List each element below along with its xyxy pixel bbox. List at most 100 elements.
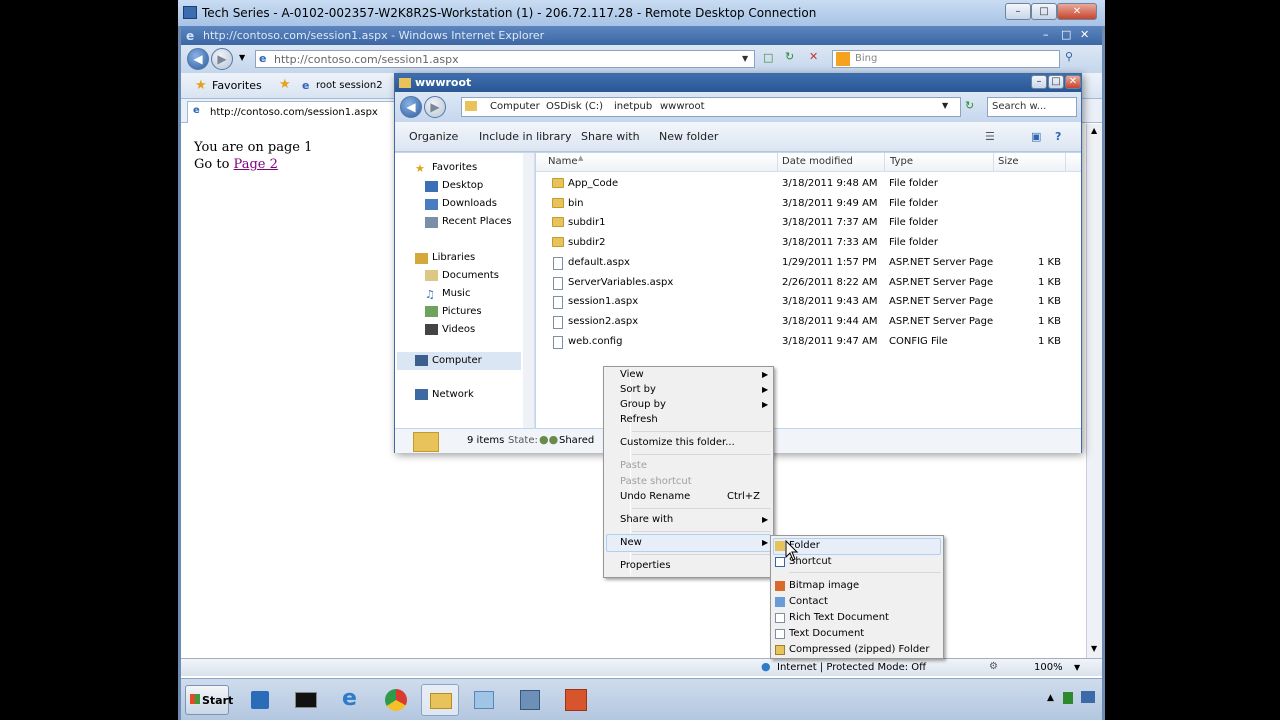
ie-address-input[interactable]: e http://contoso.com/session1.aspx ▼ bbox=[255, 50, 755, 68]
taskbar-app-blank[interactable] bbox=[465, 684, 503, 716]
ie-tab-session1[interactable]: e http://contoso.com/session1.aspx bbox=[187, 101, 397, 123]
menu-paste-shortcut[interactable]: Paste shortcut bbox=[620, 476, 692, 487]
nav-libraries[interactable]: Libraries bbox=[432, 252, 475, 263]
taskbar-explorer[interactable] bbox=[421, 684, 459, 716]
breadcrumb[interactable]: Computer OSDisk (C:) inetpub wwwroot ▼ bbox=[461, 97, 961, 117]
menu-sort-by[interactable]: Sort by bbox=[620, 384, 656, 395]
rdp-title-bar[interactable]: Tech Series - A-0102-002357-W2K8R2S-Work… bbox=[178, 0, 1105, 26]
menu-refresh[interactable]: Refresh bbox=[620, 414, 658, 425]
ie-minimize-icon[interactable]: – bbox=[1043, 28, 1049, 41]
nav-pictures[interactable]: Pictures bbox=[442, 306, 482, 317]
nav-pane-scrollbar[interactable] bbox=[523, 153, 534, 428]
explorer-search-input[interactable]: Search w... bbox=[987, 97, 1077, 117]
new-folder-button[interactable]: New folder bbox=[659, 130, 718, 143]
scroll-up-icon[interactable]: ▲ bbox=[1091, 126, 1097, 135]
include-in-library-button[interactable]: Include in library bbox=[479, 130, 571, 143]
address-dropdown-icon[interactable]: ▼ bbox=[742, 54, 748, 63]
menu-group-by[interactable]: Group by bbox=[620, 399, 666, 410]
explorer-refresh-icon[interactable]: ↻ bbox=[965, 99, 974, 112]
file-row[interactable]: bin 3/18/2011 9:49 AM File folder bbox=[536, 195, 1081, 214]
explorer-forward-button[interactable]: ▶ bbox=[424, 96, 446, 118]
security-zone-text[interactable]: Internet | Protected Mode: Off bbox=[777, 662, 926, 673]
ie-maximize-icon[interactable]: □ bbox=[1061, 28, 1071, 41]
nav-downloads[interactable]: Downloads bbox=[442, 198, 497, 209]
stop-icon[interactable]: ✕ bbox=[809, 50, 818, 63]
menu-share-with[interactable]: Share with bbox=[620, 514, 673, 525]
menu-undo-rename[interactable]: Undo Rename bbox=[620, 491, 690, 502]
nav-recent-places[interactable]: Recent Places bbox=[442, 216, 512, 227]
help-icon[interactable]: ? bbox=[1055, 130, 1061, 143]
file-row[interactable]: session1.aspx 3/18/2011 9:43 AM ASP.NET Se… bbox=[536, 293, 1081, 312]
nav-videos[interactable]: Videos bbox=[442, 324, 475, 335]
ie-close-icon[interactable]: ✕ bbox=[1080, 28, 1089, 41]
nav-music[interactable]: Music bbox=[442, 288, 470, 299]
file-row[interactable]: web.config 3/18/2011 9:47 AM CONFIG File 1 … bbox=[536, 333, 1081, 352]
breadcrumb-osdisk[interactable]: OSDisk (C:) bbox=[546, 101, 603, 112]
menu-view[interactable]: View bbox=[620, 369, 644, 380]
menu-paste[interactable]: Paste bbox=[620, 460, 647, 471]
tray-icon-green[interactable] bbox=[1063, 692, 1073, 704]
rdp-minimize-button[interactable]: – bbox=[1005, 3, 1031, 20]
nav-desktop[interactable]: Desktop bbox=[442, 180, 483, 191]
file-row[interactable]: session2.aspx 3/18/2011 9:44 AM ASP.NET Se… bbox=[536, 313, 1081, 332]
ie-back-button[interactable]: ◀ bbox=[187, 48, 209, 70]
nav-network[interactable]: Network bbox=[432, 389, 474, 400]
protected-mode-icon[interactable]: ⚙ bbox=[989, 661, 998, 672]
page2-link[interactable]: Page 2 bbox=[234, 157, 278, 172]
taskbar-network-app[interactable] bbox=[511, 684, 549, 716]
taskbar-command-prompt[interactable] bbox=[287, 684, 325, 716]
menu-new[interactable]: New bbox=[620, 537, 642, 548]
rdp-close-button[interactable]: ✕ bbox=[1057, 3, 1097, 20]
breadcrumb-wwwroot[interactable]: wwwroot bbox=[660, 101, 705, 112]
share-with-button[interactable]: Share with bbox=[581, 130, 640, 143]
breadcrumb-inetpub[interactable]: inetpub bbox=[614, 101, 652, 112]
submenu-compressed-folder[interactable]: Compressed (zipped) Folder bbox=[789, 644, 929, 655]
submenu-contact[interactable]: Contact bbox=[789, 596, 828, 607]
explorer-title-bar[interactable]: wwwroot – □ ✕ bbox=[395, 74, 1081, 92]
taskbar-internet-explorer[interactable]: e bbox=[333, 684, 371, 716]
submenu-rich-text-document[interactable]: Rich Text Document bbox=[789, 612, 889, 623]
nav-favorites[interactable]: Favorites bbox=[432, 162, 477, 173]
breadcrumb-computer[interactable]: Computer bbox=[490, 101, 540, 112]
ie-forward-button[interactable]: ▶ bbox=[211, 48, 233, 70]
nav-documents[interactable]: Documents bbox=[442, 270, 499, 281]
menu-customize-folder[interactable]: Customize this folder... bbox=[620, 437, 735, 448]
zoom-level[interactable]: 100% bbox=[1034, 662, 1063, 673]
file-row[interactable]: ServerVariables.aspx 2/26/2011 8:22 AM ASP… bbox=[536, 274, 1081, 293]
explorer-minimize-button[interactable]: – bbox=[1031, 75, 1047, 89]
add-favorites-icon[interactable]: ★ bbox=[279, 77, 291, 92]
explorer-maximize-button[interactable]: □ bbox=[1048, 75, 1064, 89]
favorites-button[interactable]: Favorites bbox=[212, 79, 262, 92]
submenu-bitmap-image[interactable]: Bitmap image bbox=[789, 580, 859, 591]
column-date-modified[interactable]: Date modified bbox=[782, 156, 853, 167]
taskbar-powerpoint[interactable] bbox=[557, 684, 595, 716]
explorer-back-button[interactable]: ◀ bbox=[400, 96, 422, 118]
start-button[interactable]: Start bbox=[185, 685, 233, 715]
search-icon[interactable]: ⚲ bbox=[1065, 50, 1073, 63]
column-size[interactable]: Size bbox=[998, 156, 1019, 167]
compat-view-icon[interactable]: □ bbox=[763, 51, 773, 64]
ie-title-bar[interactable]: e http://contoso.com/session1.aspx - Win… bbox=[181, 26, 1102, 45]
zoom-dropdown-icon[interactable]: ▼ bbox=[1074, 663, 1080, 672]
organize-button[interactable]: Organize bbox=[409, 130, 458, 143]
rdp-maximize-button[interactable]: □ bbox=[1031, 3, 1057, 20]
ie-history-dropdown-icon[interactable]: ▼ bbox=[239, 53, 245, 62]
column-name[interactable]: Name bbox=[548, 156, 578, 167]
tray-network-icon[interactable] bbox=[1081, 691, 1095, 703]
scroll-down-icon[interactable]: ▼ bbox=[1091, 644, 1097, 653]
menu-properties[interactable]: Properties bbox=[620, 560, 671, 571]
ie-vertical-scrollbar[interactable]: ▲ ▼ bbox=[1086, 124, 1102, 658]
fav-item-root-session2[interactable]: root session2 bbox=[316, 80, 383, 91]
nav-computer[interactable]: Computer bbox=[432, 355, 482, 366]
ie-search-input[interactable]: Bing bbox=[832, 50, 1060, 68]
preview-pane-icon[interactable]: ▣ bbox=[1031, 130, 1041, 143]
view-options-icon[interactable]: ☰ bbox=[985, 130, 995, 143]
taskbar-server-manager[interactable] bbox=[241, 684, 279, 716]
taskbar-chrome[interactable] bbox=[377, 684, 415, 716]
file-row[interactable]: subdir1 3/18/2011 7:37 AM File folder bbox=[536, 214, 1081, 233]
show-hidden-icons[interactable]: ▲ bbox=[1047, 693, 1054, 703]
refresh-icon[interactable]: ↻ bbox=[785, 50, 794, 63]
column-type[interactable]: Type bbox=[890, 156, 913, 167]
file-row[interactable]: App_Code 3/18/2011 9:48 AM File folder bbox=[536, 175, 1081, 194]
explorer-close-button[interactable]: ✕ bbox=[1065, 75, 1081, 89]
